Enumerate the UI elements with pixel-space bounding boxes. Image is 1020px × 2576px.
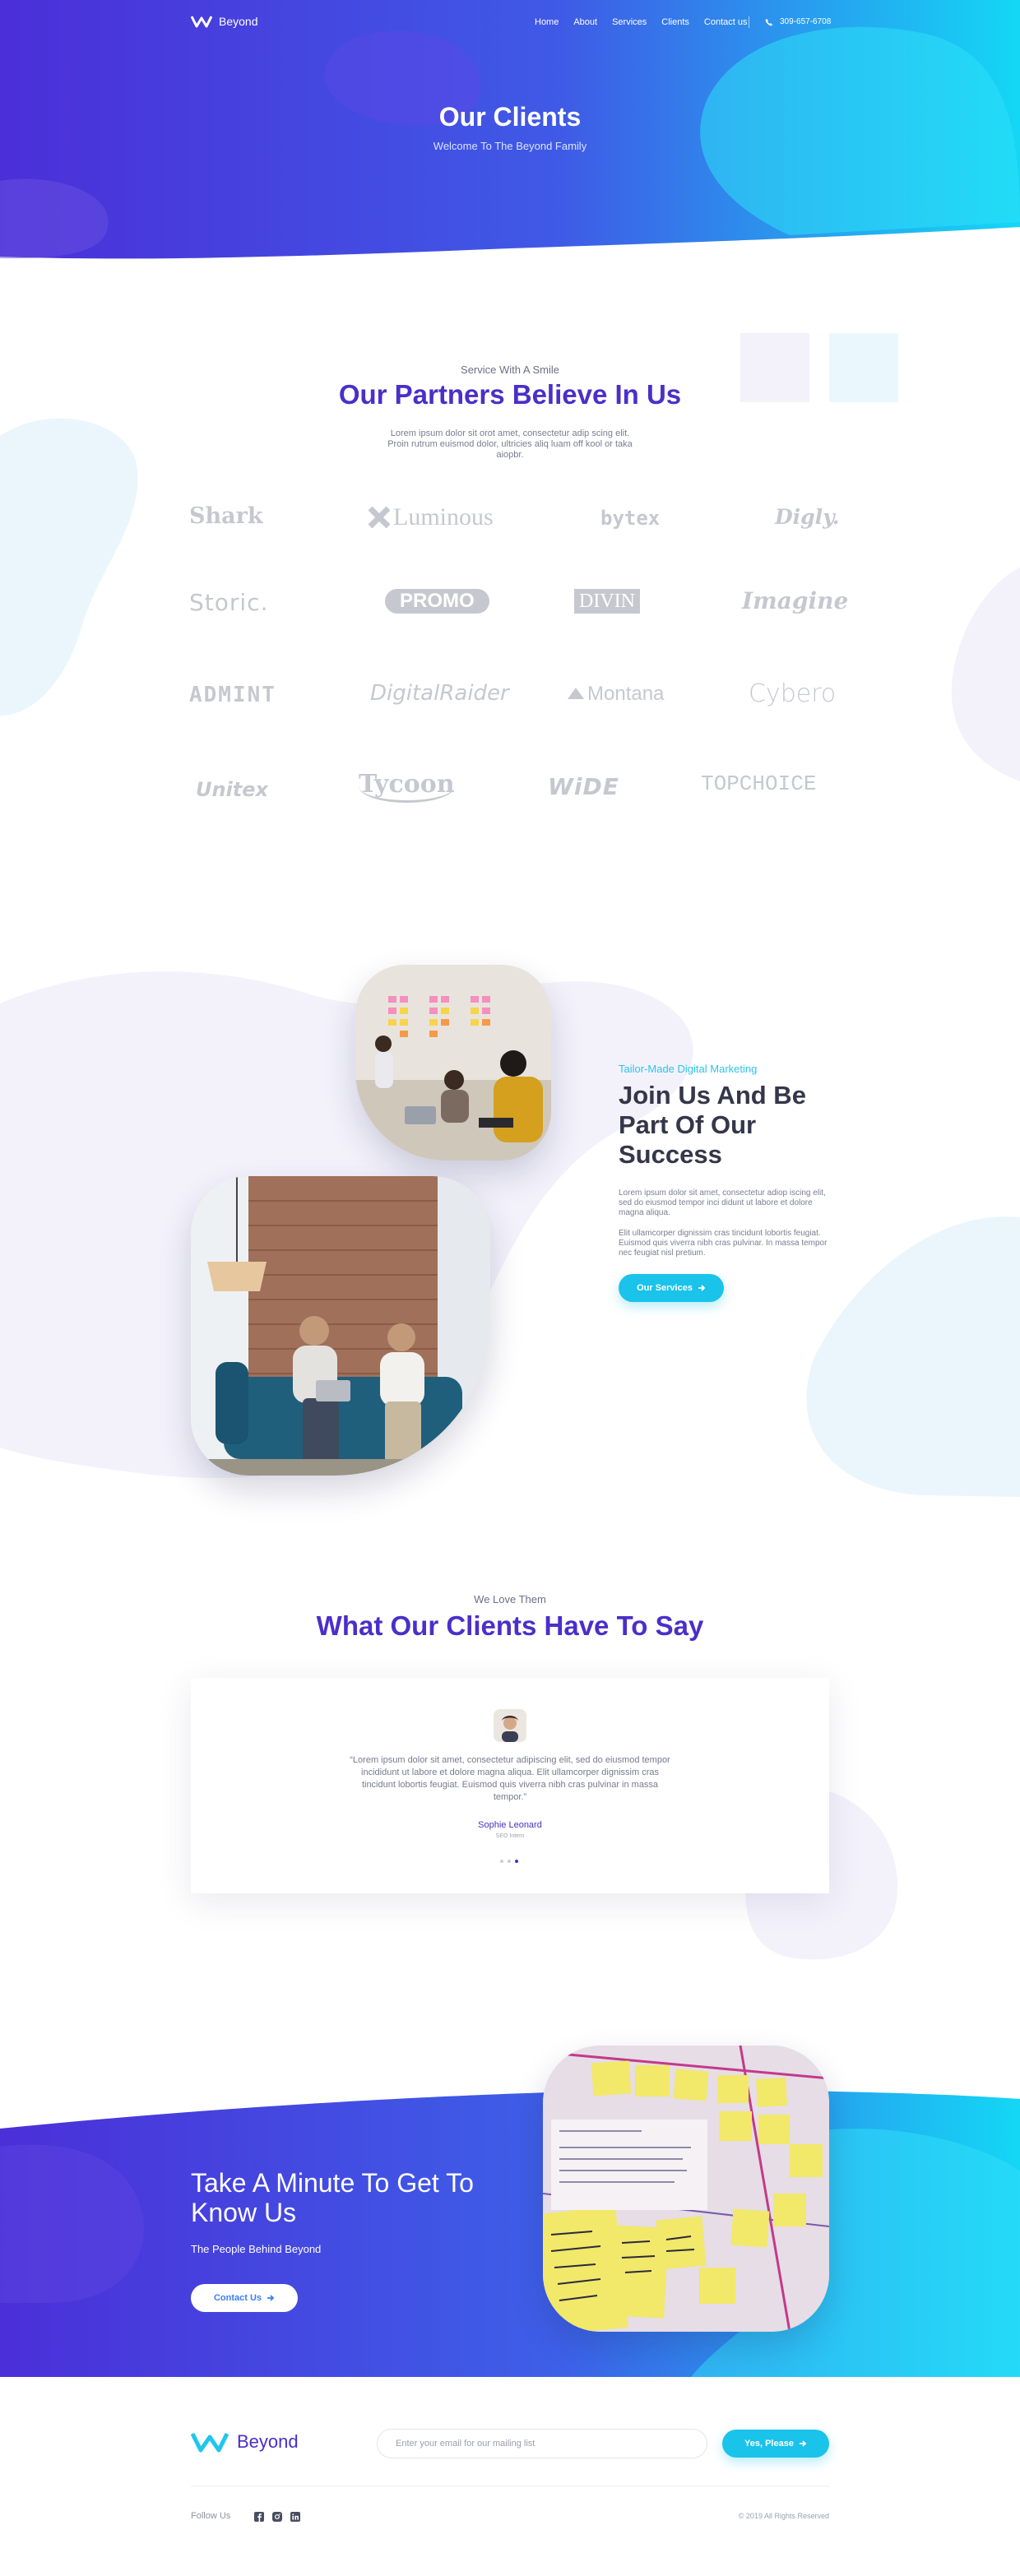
page-subtitle: Welcome To The Beyond Family bbox=[433, 140, 587, 152]
join-paragraph-1: Lorem ipsum dolor sit amet, consectetur … bbox=[619, 1188, 826, 1217]
partner-logo: WiDE bbox=[548, 773, 619, 800]
beyond-logo-icon bbox=[191, 2432, 229, 2453]
cta-background bbox=[0, 2090, 1020, 2377]
testimonials-title: What Our Clients Have To Say bbox=[316, 1610, 704, 1641]
partner-logo: TOPCHOICE bbox=[701, 771, 817, 796]
partner-logo: Montana bbox=[568, 683, 664, 706]
partner-logo: Tycoon bbox=[359, 770, 455, 803]
avatar bbox=[494, 1709, 526, 1742]
carousel-dots bbox=[500, 1860, 518, 1863]
partner-logo: DIVIN bbox=[574, 589, 640, 614]
testimonial-name: Sophie Leonard bbox=[478, 1820, 542, 1830]
partner-logo: DigitalRaider bbox=[370, 681, 509, 706]
top-navigation: Beyond Home About Services Clients Conta… bbox=[0, 0, 1020, 48]
phone-number: 309-657-6708 bbox=[780, 17, 832, 26]
beyond-logo-icon bbox=[191, 16, 212, 28]
decor-blob-right bbox=[951, 568, 1020, 781]
partner-logo: Imagine bbox=[742, 587, 849, 614]
testimonial-role: SEO Intern bbox=[495, 1833, 525, 1839]
carousel-dot[interactable] bbox=[515, 1860, 518, 1863]
join-paragraph-2: Elit ullamcorper dignissim cras tincidun… bbox=[619, 1229, 828, 1258]
arrow-right-icon bbox=[267, 2295, 275, 2301]
hero-section: Beyond Home About Services Clients Conta… bbox=[0, 0, 1020, 271]
photo-sticky-notes bbox=[543, 2046, 829, 2332]
partner-logo: Digly. bbox=[775, 505, 840, 529]
join-title: Join Us And Be Part Of Our Success bbox=[619, 1081, 806, 1169]
copyright-text: © 2019 All Rights Reserved bbox=[738, 2512, 829, 2520]
nav-services[interactable]: Services bbox=[612, 17, 647, 27]
newsletter-email-input[interactable] bbox=[377, 2429, 707, 2458]
partners-eyebrow: Service With A Smile bbox=[461, 364, 559, 376]
decor-blob-left bbox=[0, 418, 138, 716]
partner-logo: Luminous bbox=[369, 503, 494, 531]
partner-logo: Storic. bbox=[189, 589, 269, 616]
page-title: Our Clients bbox=[438, 102, 582, 132]
linkedin-icon[interactable] bbox=[290, 2512, 300, 2522]
our-services-label: Our Services bbox=[637, 1283, 693, 1293]
nav-about[interactable]: About bbox=[573, 17, 597, 27]
nav-phone[interactable]: 309-657-6708 bbox=[765, 17, 831, 26]
phone-icon bbox=[765, 18, 772, 25]
testimonials-eyebrow: We Love Them bbox=[474, 1593, 546, 1605]
nav-links: Home About Services Clients Contact us bbox=[535, 17, 748, 27]
partner-logo-name: Luminous bbox=[393, 503, 494, 530]
partner-logo: Cybero bbox=[749, 679, 837, 708]
partner-logo: Unitex bbox=[196, 778, 269, 801]
footer-brand-name: Beyond bbox=[237, 2431, 299, 2452]
partner-logo: bytex bbox=[600, 507, 661, 530]
montana-mark-icon bbox=[568, 688, 584, 699]
facebook-icon[interactable] bbox=[254, 2512, 264, 2522]
sticky-notes-photo bbox=[543, 2046, 829, 2332]
partners-text: Lorem ipsum dolor sit orot amet, consect… bbox=[387, 429, 633, 460]
subscribe-button[interactable]: Yes, Please bbox=[722, 2430, 829, 2458]
nav-home[interactable]: Home bbox=[535, 17, 559, 27]
nav-clients[interactable]: Clients bbox=[661, 17, 689, 27]
subscribe-label: Yes, Please bbox=[744, 2439, 794, 2449]
luminous-mark-icon bbox=[369, 507, 390, 528]
partner-logo: ADMINT bbox=[189, 683, 276, 707]
carousel-dot[interactable] bbox=[508, 1860, 511, 1863]
cta-title: Take A Minute To Get To Know Us bbox=[191, 2168, 474, 2227]
arrow-right-icon bbox=[799, 2440, 807, 2447]
partner-logo: PROMO bbox=[385, 589, 489, 614]
photo-whiteboard bbox=[355, 965, 551, 1161]
avatar-image bbox=[494, 1709, 526, 1742]
instagram-icon[interactable] bbox=[272, 2512, 282, 2522]
cta-subtitle: The People Behind Beyond bbox=[191, 2243, 322, 2255]
partner-logo-grid: Shark Luminous bytex Digly. Storic. PROM… bbox=[189, 493, 848, 814]
contact-us-button[interactable]: Contact Us bbox=[191, 2284, 298, 2312]
arrow-right-icon bbox=[698, 1285, 706, 1291]
our-services-button[interactable]: Our Services bbox=[619, 1274, 724, 1302]
follow-us-label: Follow Us bbox=[191, 2511, 231, 2521]
testimonial-quote: “Lorem ipsum dolor sit amet, consectetur… bbox=[350, 1755, 670, 1802]
brand-name: Beyond bbox=[219, 15, 258, 28]
brand-logo[interactable]: Beyond bbox=[191, 15, 257, 28]
carousel-dot[interactable] bbox=[500, 1860, 503, 1863]
team-photo-whiteboard bbox=[355, 965, 551, 1161]
partner-logo-name: Montana bbox=[587, 683, 665, 705]
partners-title: Our Partners Believe In Us bbox=[338, 379, 682, 410]
join-eyebrow: Tailor-Made Digital Marketing bbox=[619, 1063, 758, 1075]
contact-us-label: Contact Us bbox=[213, 2293, 262, 2303]
nav-contact[interactable]: Contact us bbox=[704, 17, 748, 27]
partner-logo: Shark bbox=[189, 503, 263, 529]
footer-brand-logo[interactable]: Beyond bbox=[191, 2430, 299, 2453]
